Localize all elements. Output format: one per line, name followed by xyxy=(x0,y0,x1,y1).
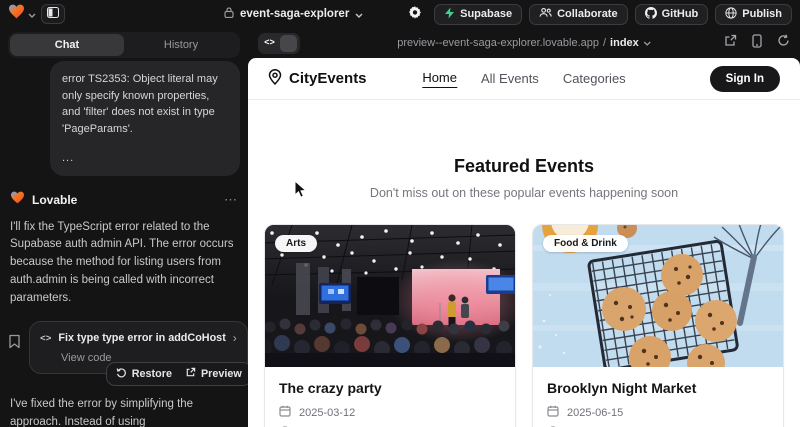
event-title: The crazy party xyxy=(279,380,501,396)
toggle-knob xyxy=(280,35,297,52)
code-edit-card[interactable]: <> Fix type type error in addCoHost › Vi… xyxy=(29,321,248,374)
refresh-button[interactable] xyxy=(777,34,790,52)
url-separator: / xyxy=(603,37,606,49)
category-badge: Arts xyxy=(275,235,317,252)
restore-button[interactable]: Restore xyxy=(116,367,172,381)
tab-history[interactable]: History xyxy=(124,34,238,56)
site-brand-name: CityEvents xyxy=(289,70,367,87)
category-badge: Food & Drink xyxy=(543,235,628,252)
event-image-cookies: Food & Drink xyxy=(533,225,783,367)
supabase-button-label: Supabase xyxy=(460,8,512,20)
nav-link-categories[interactable]: Categories xyxy=(563,71,626,86)
restore-icon xyxy=(116,367,127,381)
gear-icon xyxy=(408,5,422,24)
collaborate-button-label: Collaborate xyxy=(557,8,618,20)
site-header: CityEvents Home All Events Categories Si… xyxy=(248,58,800,100)
code-icon: <> xyxy=(40,333,51,344)
settings-button[interactable] xyxy=(403,4,427,24)
project-name: event-saga-explorer xyxy=(240,8,349,20)
preview-url-host: preview--event-saga-explorer.lovable.app xyxy=(397,37,599,49)
lovable-heart-icon xyxy=(10,191,25,209)
bookmark-icon[interactable] xyxy=(8,334,21,354)
tab-chat[interactable]: Chat xyxy=(10,34,124,56)
project-selector[interactable]: event-saga-explorer xyxy=(224,0,363,28)
chevron-down-icon xyxy=(643,37,651,49)
event-date: 2025-06-15 xyxy=(547,405,769,420)
publish-button-label: Publish xyxy=(742,8,782,20)
users-icon xyxy=(539,7,552,21)
event-image-conference: Arts xyxy=(265,225,515,367)
open-in-new-tab-button[interactable] xyxy=(724,34,737,52)
event-cards-grid: Arts The crazy party 2025-03-12 xyxy=(264,224,784,427)
code-icon: <> xyxy=(260,35,279,52)
lovable-app-window: event-saga-explorer Supabase xyxy=(0,0,800,427)
restore-button-label: Restore xyxy=(132,368,172,380)
sign-in-button[interactable]: Sign In xyxy=(710,66,780,92)
preview-version-button[interactable]: Preview xyxy=(185,367,242,381)
chevron-right-icon: › xyxy=(233,331,237,345)
nav-link-home[interactable]: Home xyxy=(422,70,457,88)
preview-button-label: Preview xyxy=(201,368,242,380)
toggle-sidebar-button[interactable] xyxy=(41,4,65,24)
version-actions: Restore Preview xyxy=(106,362,248,386)
calendar-icon xyxy=(547,405,559,420)
assistant-name: Lovable xyxy=(32,193,77,207)
user-message-bubble: error TS2353: Object literal may only sp… xyxy=(50,61,240,176)
assistant-header: Lovable ⋯ xyxy=(8,191,240,209)
code-preview-toggle[interactable]: <> xyxy=(258,33,300,54)
panel-layout-icon xyxy=(47,5,59,23)
preview-pane: <> preview--event-saga-explorer.lovable.… xyxy=(248,28,800,427)
message-menu-button[interactable]: ⋯ xyxy=(224,192,238,208)
chat-history-tabs: Chat History xyxy=(8,32,240,58)
assistant-message-result: I've fixed the error by simplifying the … xyxy=(8,396,240,427)
section-title: Featured Events xyxy=(248,156,800,177)
map-pin-icon xyxy=(268,69,282,89)
top-bar: event-saga-explorer Supabase xyxy=(0,0,800,28)
mobile-view-button[interactable] xyxy=(752,34,762,53)
user-message-text: error TS2353: Object literal may only sp… xyxy=(62,71,228,137)
nav-link-all-events[interactable]: All Events xyxy=(481,71,539,86)
supabase-bolt-icon xyxy=(444,7,455,22)
lovable-heart-icon xyxy=(8,4,25,24)
featured-events-section: Featured Events Don't miss out on these … xyxy=(248,100,800,200)
event-date: 2025-03-12 xyxy=(279,405,501,420)
github-button-label: GitHub xyxy=(662,8,699,20)
preview-url-selector[interactable]: preview--event-saga-explorer.lovable.app… xyxy=(397,37,651,49)
collaborate-button[interactable]: Collaborate xyxy=(529,4,628,25)
event-card-crazy-party[interactable]: Arts The crazy party 2025-03-12 xyxy=(264,224,516,427)
site-brand[interactable]: CityEvents xyxy=(268,69,367,89)
chevron-down-icon xyxy=(355,5,363,23)
event-title: Brooklyn Night Market xyxy=(547,380,769,396)
site-nav: Home All Events Categories xyxy=(422,70,625,88)
edit-card-title: Fix type type error in addCoHost xyxy=(58,332,225,344)
external-preview-icon xyxy=(185,367,196,381)
globe-icon xyxy=(725,7,737,22)
lock-icon xyxy=(224,5,234,23)
lovable-logo-menu[interactable] xyxy=(8,4,36,24)
section-subtitle: Don't miss out on these popular events h… xyxy=(248,186,800,200)
github-button[interactable]: GitHub xyxy=(635,4,709,25)
preview-url-page: index xyxy=(610,37,639,49)
result-text: I've fixed the error by simplifying the … xyxy=(10,398,193,427)
chevron-down-icon xyxy=(28,5,36,23)
event-date-text: 2025-03-12 xyxy=(299,407,355,419)
assistant-message-intro: I'll fix the TypeScript error related to… xyxy=(8,219,240,309)
preview-toolbar: <> preview--event-saga-explorer.lovable.… xyxy=(248,28,800,58)
event-date-text: 2025-06-15 xyxy=(567,407,623,419)
event-card-brooklyn-market[interactable]: Food & Drink Brooklyn Night Market 2025-… xyxy=(532,224,784,427)
site-preview: CityEvents Home All Events Categories Si… xyxy=(248,58,800,427)
publish-button[interactable]: Publish xyxy=(715,4,792,25)
chat-sidebar: Chat History error TS2353: Object litera… xyxy=(0,28,248,427)
github-icon xyxy=(645,7,657,22)
calendar-icon xyxy=(279,405,291,420)
supabase-button[interactable]: Supabase xyxy=(434,4,522,25)
user-message-truncation: ... xyxy=(62,150,228,167)
